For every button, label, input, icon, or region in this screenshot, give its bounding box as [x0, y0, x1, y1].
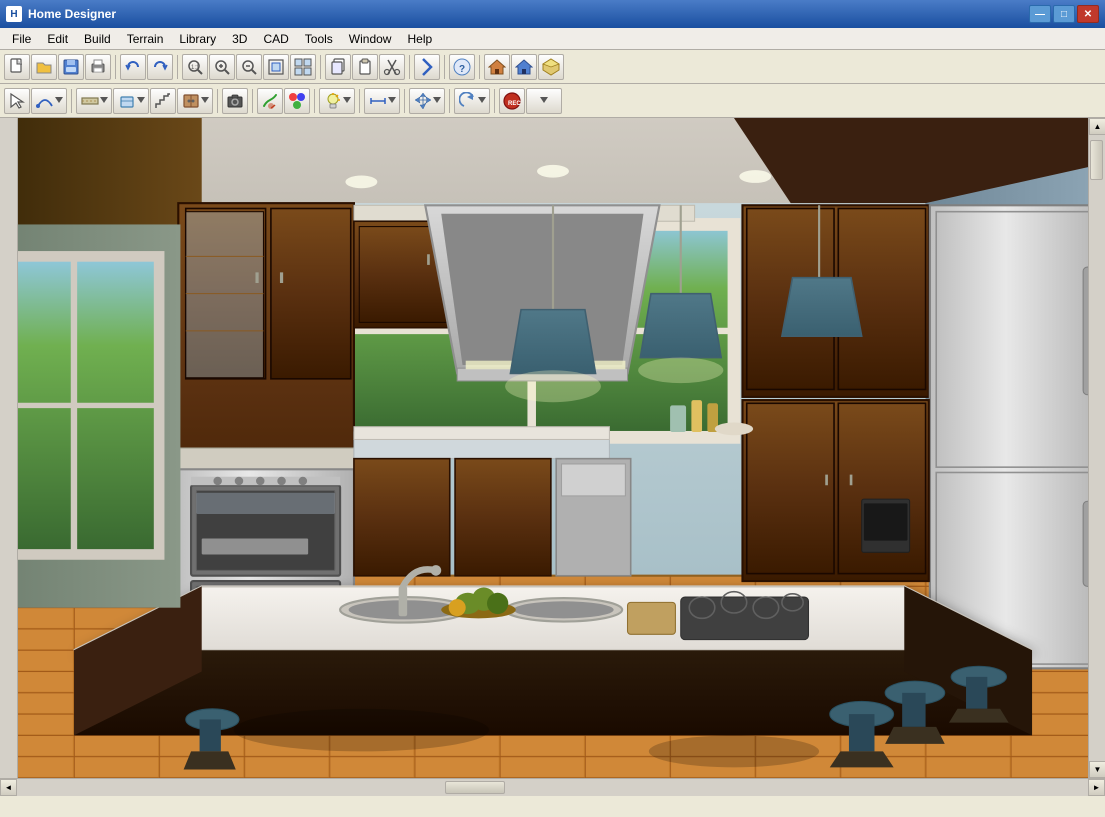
zoom-in-button[interactable]	[209, 54, 235, 80]
rec-dropdown[interactable]	[526, 88, 562, 114]
copy-button[interactable]	[325, 54, 351, 80]
menu-terrain[interactable]: Terrain	[119, 30, 172, 48]
select-tool[interactable]	[4, 88, 30, 114]
kitchen-scene	[18, 118, 1088, 778]
house-3d-button[interactable]	[538, 54, 564, 80]
view-all-button[interactable]	[290, 54, 316, 80]
maximize-button[interactable]: □	[1053, 5, 1075, 23]
separator-t2-4	[314, 89, 315, 113]
open-button[interactable]	[31, 54, 57, 80]
separator-t2-7	[449, 89, 450, 113]
separator-t2-3	[252, 89, 253, 113]
move-tool[interactable]	[409, 88, 445, 114]
separator-t2-1	[71, 89, 72, 113]
zoom-fit-button[interactable]	[263, 54, 289, 80]
viewport[interactable]	[18, 118, 1088, 778]
menu-help[interactable]: Help	[399, 30, 440, 48]
separator-1	[115, 55, 116, 79]
menu-library[interactable]: Library	[171, 30, 224, 48]
separator-2	[177, 55, 178, 79]
house-exterior-button[interactable]	[511, 54, 537, 80]
menu-3d[interactable]: 3D	[224, 30, 255, 48]
svg-text:1:1: 1:1	[191, 65, 200, 71]
menu-tools[interactable]: Tools	[297, 30, 341, 48]
menu-cad[interactable]: CAD	[255, 30, 296, 48]
separator-5	[444, 55, 445, 79]
zoom-realsize-button[interactable]: 1:1	[182, 54, 208, 80]
svg-text:?: ?	[459, 64, 465, 75]
separator-6	[479, 55, 480, 79]
separator-t2-5	[359, 89, 360, 113]
svg-text:REC: REC	[508, 101, 521, 107]
scroll-left-button[interactable]: ◄	[0, 779, 17, 796]
redo-button[interactable]	[147, 54, 173, 80]
new-button[interactable]	[4, 54, 30, 80]
record-button[interactable]: REC	[499, 88, 525, 114]
camera-tool[interactable]	[222, 88, 248, 114]
separator-3	[320, 55, 321, 79]
main-area: ▲ ▼	[0, 118, 1105, 778]
menu-build[interactable]: Build	[76, 30, 119, 48]
menu-edit[interactable]: Edit	[39, 30, 76, 48]
help-button[interactable]: ?	[449, 54, 475, 80]
undo-button[interactable]	[120, 54, 146, 80]
menu-bar: File Edit Build Terrain Library 3D CAD T…	[0, 28, 1105, 50]
object-tool[interactable]	[113, 88, 149, 114]
dimension-tool[interactable]	[364, 88, 400, 114]
light-tool[interactable]	[319, 88, 355, 114]
scroll-right-button[interactable]: ►	[1088, 779, 1105, 796]
app-icon: H	[6, 6, 22, 22]
hscroll-thumb[interactable]	[445, 781, 505, 794]
wall-tool[interactable]	[76, 88, 112, 114]
scroll-up-button[interactable]: ▲	[1089, 118, 1105, 135]
delete-button[interactable]	[414, 54, 440, 80]
separator-t2-6	[404, 89, 405, 113]
window-controls: — □ ✕	[1029, 5, 1099, 23]
stairs-tool[interactable]	[150, 88, 176, 114]
right-scrollbar: ▲ ▼	[1088, 118, 1105, 778]
scroll-down-button[interactable]: ▼	[1089, 761, 1105, 778]
paste-button[interactable]	[352, 54, 378, 80]
arc-tool[interactable]	[31, 88, 67, 114]
house-view-button[interactable]	[484, 54, 510, 80]
print-button[interactable]	[85, 54, 111, 80]
close-button[interactable]: ✕	[1077, 5, 1099, 23]
menu-window[interactable]: Window	[341, 30, 400, 48]
minimize-button[interactable]: —	[1029, 5, 1051, 23]
cut-button[interactable]	[379, 54, 405, 80]
bottom-scrollbar: ◄ ►	[0, 778, 1105, 795]
scroll-thumb[interactable]	[1090, 140, 1103, 180]
separator-t2-8	[494, 89, 495, 113]
material-tool[interactable]	[284, 88, 310, 114]
separator-4	[409, 55, 410, 79]
toolbar-2: REC	[0, 84, 1105, 118]
scroll-track[interactable]	[1089, 135, 1105, 761]
separator-t2-2	[217, 89, 218, 113]
save-button[interactable]	[58, 54, 84, 80]
status-bar	[0, 795, 1105, 817]
toolbar-1: 1:1 ?	[0, 50, 1105, 84]
cabinet-tool[interactable]	[177, 88, 213, 114]
left-ruler	[0, 118, 18, 778]
window-title: Home Designer	[28, 7, 1029, 21]
rotate-tool[interactable]	[454, 88, 490, 114]
title-bar: H Home Designer — □ ✕	[0, 0, 1105, 28]
menu-file[interactable]: File	[4, 30, 39, 48]
zoom-out-button[interactable]	[236, 54, 262, 80]
paint-tool[interactable]	[257, 88, 283, 114]
hscroll-track[interactable]	[17, 779, 1088, 796]
